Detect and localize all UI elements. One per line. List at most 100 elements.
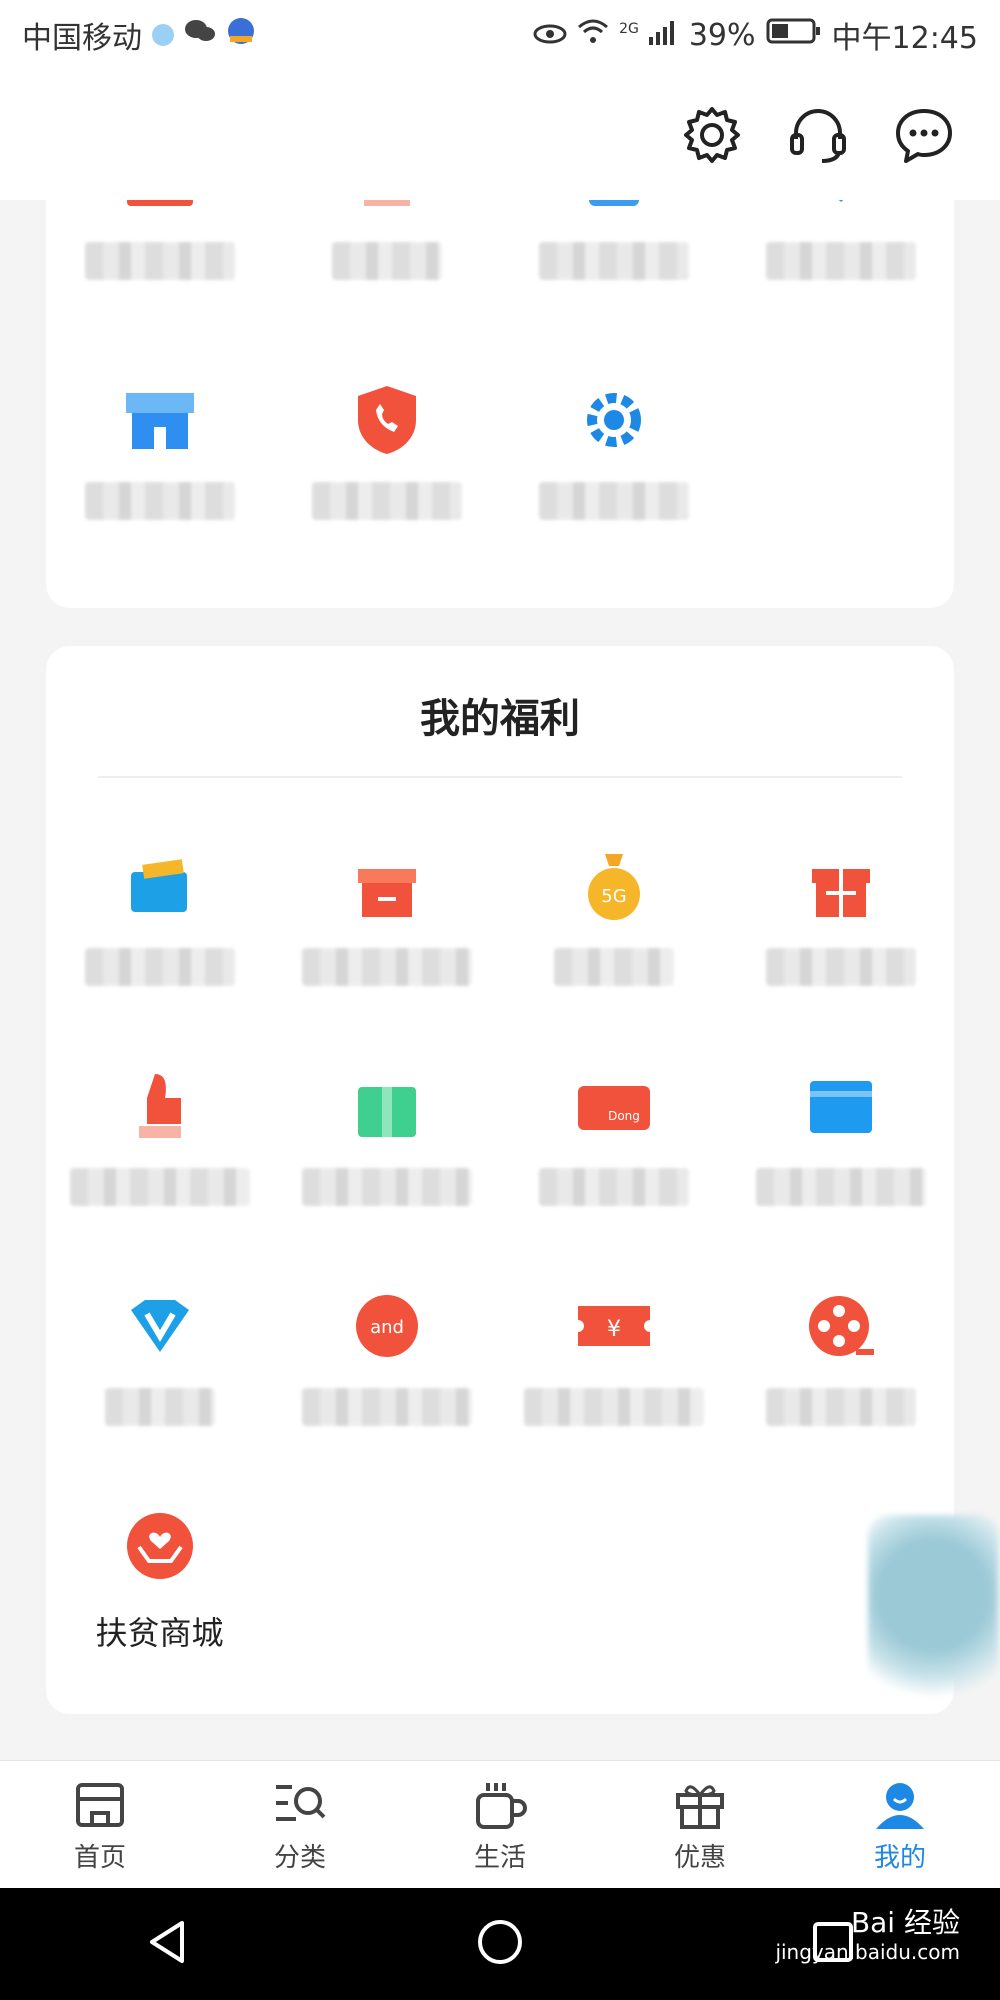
tab-label: 生活 <box>473 1842 526 1873</box>
divider <box>98 776 902 778</box>
floating-promo-widget[interactable] <box>868 1515 998 1715</box>
welfare-item[interactable] <box>46 1066 273 1266</box>
welfare-item[interactable] <box>273 846 500 1046</box>
services-card <box>46 152 954 608</box>
baidu-app-icon <box>226 16 256 54</box>
service-item[interactable] <box>500 380 727 580</box>
welfare-label-blurred <box>301 1168 472 1206</box>
green-gift-icon <box>347 1066 427 1146</box>
welfare-item[interactable] <box>273 1066 500 1266</box>
heart-hands-icon <box>120 1506 200 1586</box>
carrier-label: 中国移动 <box>22 21 142 56</box>
chat-bubble-icon <box>896 109 952 163</box>
tab-category[interactable]: 分类 <box>200 1761 400 1889</box>
welfare-item[interactable]: 5G <box>500 846 727 1046</box>
clock: 中午12:45 <box>831 21 978 56</box>
welfare-label-blurred <box>538 1168 689 1206</box>
welfare-label-blurred <box>765 1388 916 1426</box>
battery-icon <box>766 17 822 53</box>
svg-text:5G: 5G <box>601 886 626 907</box>
watermark-brand: Bai 经验 <box>850 1906 960 1939</box>
settings-wrench-icon <box>574 380 654 460</box>
and-logo-icon: and <box>347 1286 427 1366</box>
welfare-item[interactable] <box>727 846 954 1046</box>
dong-card-icon: Dong <box>574 1066 654 1146</box>
customer-service-button[interactable] <box>782 99 854 171</box>
battery-percent: 39% <box>688 17 756 53</box>
gift-box-icon <box>347 846 427 926</box>
welfare-label-blurred <box>301 948 472 986</box>
service-label-blurred <box>84 242 235 280</box>
coffee-cup-icon <box>476 1782 527 1829</box>
wifi-icon <box>577 18 609 53</box>
svg-text:¥: ¥ <box>607 1317 621 1342</box>
film-reel-icon <box>801 1286 881 1366</box>
home-icon <box>76 1782 124 1827</box>
settings-button[interactable] <box>676 99 748 171</box>
welfare-item[interactable] <box>727 1066 954 1266</box>
page-header <box>0 70 1000 200</box>
service-item[interactable] <box>46 380 273 580</box>
welfare-label-blurred <box>69 1168 250 1206</box>
service-label-blurred <box>538 242 689 280</box>
signal-icon <box>648 18 679 53</box>
user-icon <box>876 1782 924 1829</box>
messages-button[interactable] <box>888 99 960 171</box>
store-icon <box>120 380 200 460</box>
tab-life[interactable]: 生活 <box>400 1761 600 1889</box>
tab-label: 优惠 <box>673 1842 726 1873</box>
welfare-item[interactable]: Dong <box>500 1066 727 1266</box>
bottom-tab-bar: 首页 分类 生活 优惠 我的 <box>0 1760 1000 1889</box>
headset-icon <box>790 109 846 163</box>
svg-text:Dong: Dong <box>608 1109 640 1123</box>
status-bar: 中国移动 2G 39% 中午12:45 <box>0 0 1000 70</box>
watermark-url: jingyan.baidu.com <box>775 1939 960 1964</box>
poverty-alleviation-mall-label: 扶贫商城 <box>95 1614 224 1652</box>
baidu-jingyan-watermark: Bai 经验 jingyan.baidu.com <box>775 1906 960 1964</box>
welfare-item[interactable] <box>727 1286 954 1486</box>
thumbs-up-icon <box>120 1066 200 1146</box>
welfare-item[interactable]: and <box>273 1286 500 1486</box>
money-bag-5g-icon: 5G <box>574 846 654 926</box>
service-label-blurred <box>331 242 442 280</box>
tab-offers[interactable]: 优惠 <box>600 1761 800 1889</box>
home-button[interactable] <box>475 1917 525 1971</box>
wallet-icon <box>120 846 200 926</box>
welfare-label-blurred <box>553 948 674 986</box>
welfare-title: 我的福利 <box>420 696 580 742</box>
tab-home[interactable]: 首页 <box>0 1761 200 1889</box>
service-label-blurred <box>311 482 462 520</box>
welfare-item[interactable]: ¥ <box>500 1286 727 1486</box>
back-triangle-icon <box>149 1921 184 1963</box>
tab-label: 我的 <box>873 1842 926 1873</box>
tab-mine[interactable]: 我的 <box>800 1761 1000 1889</box>
welfare-label-blurred <box>755 1168 926 1206</box>
svg-text:and: and <box>370 1317 404 1338</box>
welfare-item[interactable] <box>46 846 273 1046</box>
service-item[interactable] <box>273 380 500 580</box>
service-label-blurred <box>538 482 689 520</box>
welfare-label-blurred <box>84 948 235 986</box>
call-shield-icon <box>347 380 427 460</box>
back-button[interactable] <box>142 1917 192 1971</box>
eye-comfort-icon <box>533 18 567 53</box>
gift-icon <box>676 1784 724 1829</box>
poverty-alleviation-mall-item[interactable]: 扶贫商城 <box>46 1506 273 1706</box>
tab-label: 首页 <box>73 1842 126 1873</box>
gift-icon <box>801 846 881 926</box>
gear-icon <box>684 107 740 163</box>
welfare-item[interactable] <box>46 1286 273 1486</box>
coupon-yen-icon: ¥ <box>574 1286 654 1366</box>
welfare-label-blurred <box>765 948 916 986</box>
category-search-icon <box>276 1784 326 1821</box>
welfare-card: 我的福利 5G Dong and ¥ 扶贫商城 <box>46 646 954 1714</box>
hd-call-icon <box>152 24 174 46</box>
network-type: 2G <box>619 21 639 37</box>
welfare-label-blurred <box>104 1388 215 1426</box>
welfare-label-blurred <box>301 1388 472 1426</box>
service-label-blurred <box>765 242 916 280</box>
diamond-v-icon <box>120 1286 200 1366</box>
welfare-label-blurred <box>523 1388 704 1426</box>
wechat-icon <box>184 17 216 53</box>
service-label-blurred <box>84 482 235 520</box>
